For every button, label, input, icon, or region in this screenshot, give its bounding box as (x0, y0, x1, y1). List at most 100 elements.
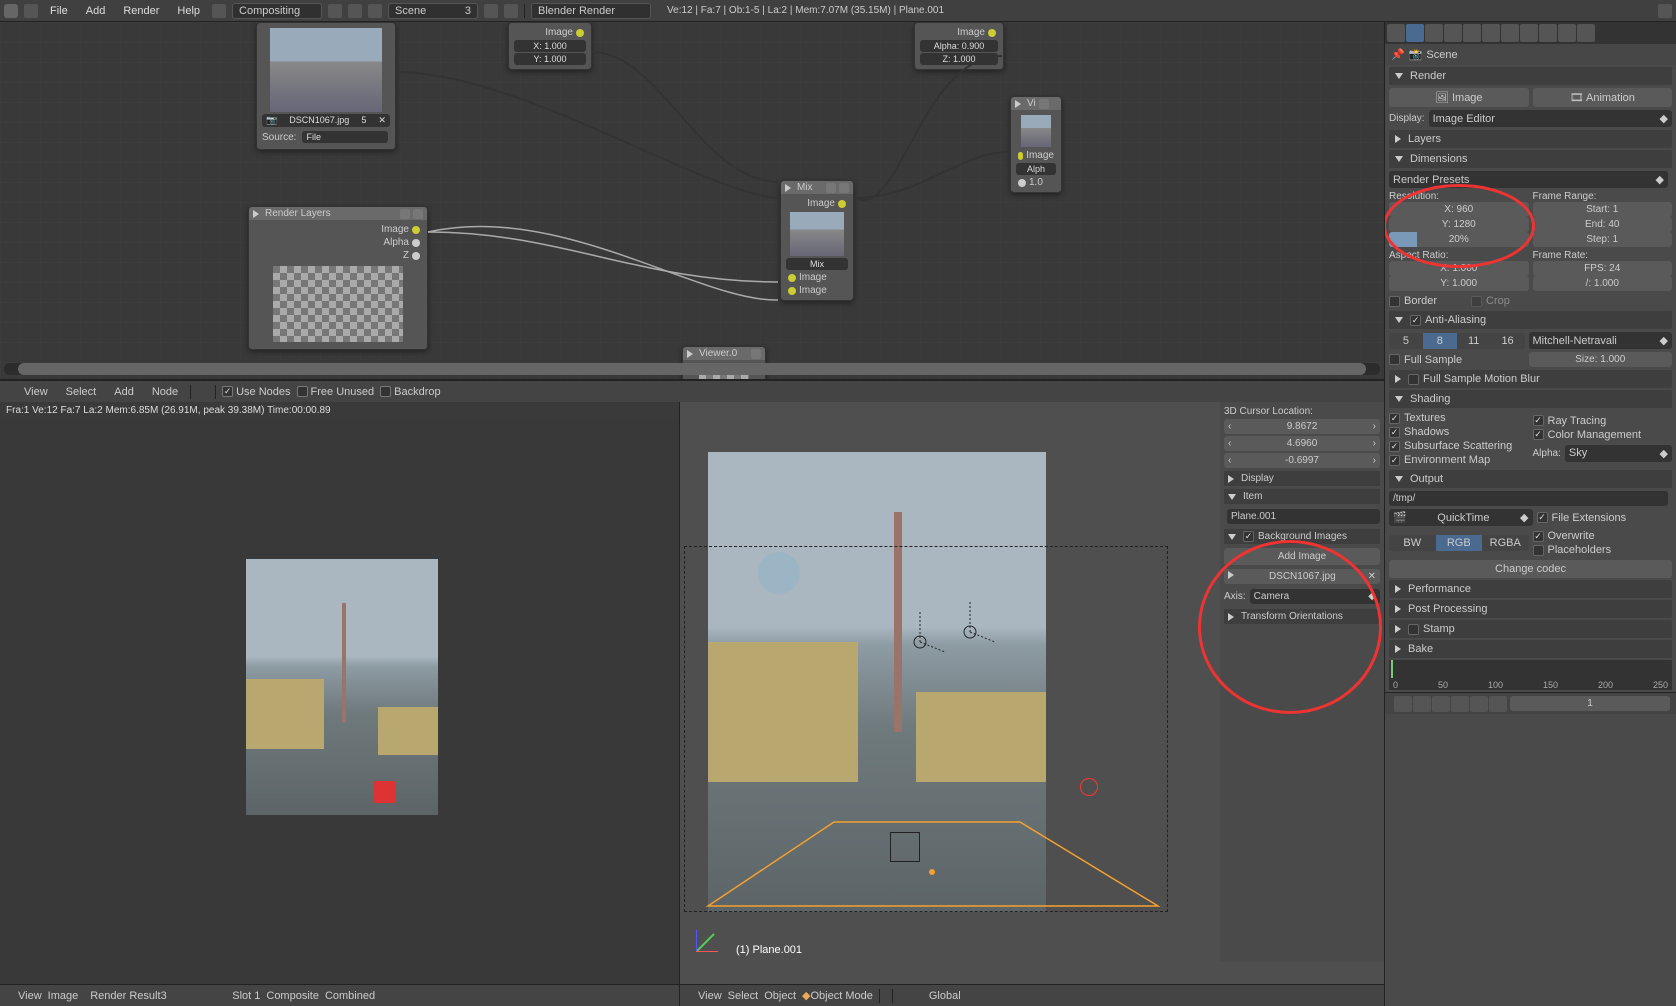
jump-end-icon[interactable] (1489, 696, 1507, 712)
prev-keyframe-icon[interactable] (1413, 696, 1431, 712)
transform-orient-header[interactable]: Transform Orientations (1224, 609, 1380, 624)
data-tab-icon[interactable] (1501, 24, 1519, 42)
menu-select[interactable]: Select (728, 990, 759, 1002)
overwrite-checkbox[interactable] (1533, 531, 1544, 542)
node-option-icon[interactable] (826, 183, 836, 193)
frame-start-field[interactable]: Start: 1 (1533, 202, 1673, 217)
resolution-percent-slider[interactable]: 20% (1389, 232, 1529, 247)
file-ext-checkbox[interactable] (1537, 512, 1548, 523)
stamp-checkbox[interactable] (1408, 624, 1419, 635)
anti-aliasing-panel-header[interactable]: Anti-Aliasing (1389, 311, 1672, 329)
jump-start-icon[interactable] (1394, 696, 1412, 712)
menu-view[interactable]: View (698, 990, 722, 1002)
image-editor-canvas[interactable] (0, 419, 679, 984)
node-close-icon[interactable] (751, 349, 761, 359)
play-reverse-icon[interactable] (1432, 696, 1450, 712)
menu-render[interactable]: Render (117, 3, 165, 19)
menu-view[interactable]: View (18, 990, 42, 1002)
shading-panel-header[interactable]: Shading (1389, 390, 1672, 408)
menu-node[interactable]: Node (146, 385, 184, 399)
output-panel-header[interactable]: Output (1389, 470, 1672, 488)
output-path-field[interactable]: /tmp/ (1389, 491, 1668, 506)
menu-file[interactable]: File (44, 3, 74, 19)
cursor-z-field[interactable]: ‹-0.6997› (1224, 453, 1380, 468)
world-tab-icon[interactable] (1425, 24, 1443, 42)
bg-images-enable-checkbox[interactable] (1243, 531, 1254, 542)
node-field-y[interactable]: Y: 1.000 (514, 53, 586, 65)
aa-filter-dropdown[interactable]: Mitchell-Netravali◆ (1529, 332, 1673, 349)
image-datablock-dropdown[interactable]: Render Result3 (90, 990, 214, 1002)
render-presets-dropdown[interactable]: Render Presets◆ (1389, 171, 1668, 188)
constraints-tab-icon[interactable] (1463, 24, 1481, 42)
menu-add[interactable]: Add (80, 3, 112, 19)
sss-checkbox[interactable] (1389, 441, 1400, 452)
menu-select[interactable]: Select (60, 385, 103, 399)
colormgmt-checkbox[interactable] (1533, 429, 1544, 440)
render-tab-icon[interactable] (1387, 24, 1405, 42)
scene-tab-icon[interactable] (1406, 24, 1424, 42)
current-frame-field[interactable]: 1 (1510, 696, 1670, 711)
layout-remove-icon[interactable] (348, 4, 362, 18)
menu-add[interactable]: Add (108, 385, 140, 399)
node-field-alpha[interactable]: Alpha: 0.900 (920, 40, 998, 52)
bg-expand-icon[interactable] (1228, 571, 1234, 579)
node-close-icon[interactable] (839, 183, 849, 193)
render-image-button[interactable]: 🖼 Image (1389, 88, 1529, 107)
material-tab-icon[interactable] (1520, 24, 1538, 42)
render-engine-dropdown[interactable]: Blender Render (531, 3, 651, 19)
fps-field[interactable]: FPS: 24 (1533, 261, 1673, 276)
orientation-dropdown[interactable]: Global (929, 990, 961, 1002)
add-image-button[interactable]: Add Image (1224, 548, 1380, 565)
backdrop-checkbox[interactable] (380, 386, 391, 397)
bg-axis-dropdown[interactable]: Camera◆ (1250, 589, 1380, 604)
pin-icon[interactable]: 📌 (1391, 48, 1405, 61)
frame-end-field[interactable]: End: 40 (1533, 217, 1673, 232)
item-name-field[interactable]: Plane.001 (1227, 509, 1380, 524)
raytracing-checkbox[interactable] (1533, 415, 1544, 426)
color-mode-segment[interactable]: BWRGBRGBA (1389, 535, 1529, 551)
fps-base-field[interactable]: /: 1.000 (1533, 276, 1673, 291)
use-nodes-checkbox[interactable] (222, 386, 233, 397)
viewer-alpha-field[interactable]: Alph (1016, 163, 1056, 175)
node-header-mix[interactable]: Mix (781, 181, 853, 194)
aa-enable-checkbox[interactable] (1410, 315, 1421, 326)
placeholders-checkbox[interactable] (1533, 545, 1544, 556)
slot-dropdown[interactable]: Slot 1 (232, 990, 260, 1002)
fsmb-panel-header[interactable]: Full Sample Motion Blur (1389, 370, 1672, 388)
border-checkbox[interactable] (1389, 296, 1400, 307)
cursor-y-field[interactable]: ‹4.6960› (1224, 436, 1380, 451)
pass-dropdown[interactable]: Composite (266, 990, 319, 1002)
scene-dropdown[interactable]: Scene3 (388, 3, 478, 19)
stamp-panel-header[interactable]: Stamp (1389, 620, 1672, 638)
window-type-icon[interactable] (24, 4, 38, 18)
output-format-dropdown[interactable]: 🎬QuickTime◆ (1389, 509, 1533, 526)
object-tab-icon[interactable] (1444, 24, 1462, 42)
physics-tab-icon[interactable] (1577, 24, 1595, 42)
node-header-viewer[interactable]: Vi (1011, 97, 1061, 110)
node-field-z[interactable]: Z: 1.000 (920, 53, 998, 65)
menu-view[interactable]: View (18, 385, 54, 399)
menu-image[interactable]: Image (48, 990, 79, 1002)
aa-samples-segment[interactable]: 581116 (1389, 333, 1525, 349)
scene-add-icon[interactable] (484, 4, 498, 18)
channel-dropdown[interactable]: Combined (325, 990, 375, 1002)
play-icon[interactable] (1451, 696, 1469, 712)
resolution-y-field[interactable]: Y: 1280 (1389, 217, 1529, 232)
image-source-dropdown[interactable]: File (302, 131, 388, 143)
screen-layout-dropdown[interactable]: Compositing (232, 3, 322, 19)
node-header-viewer0[interactable]: Viewer.0 (683, 347, 765, 360)
next-keyframe-icon[interactable] (1470, 696, 1488, 712)
change-codec-button[interactable]: Change codec (1389, 560, 1672, 578)
free-unused-checkbox[interactable] (297, 386, 308, 397)
bg-remove-icon[interactable]: ✕ (1368, 571, 1376, 582)
image-datablock[interactable]: 📷DSCN1067.jpg5✕ (262, 114, 390, 127)
layout-add-icon[interactable] (328, 4, 342, 18)
dimensions-panel-header[interactable]: Dimensions (1389, 150, 1672, 168)
bg-images-panel-header[interactable]: Background Images (1224, 529, 1380, 544)
envmap-checkbox[interactable] (1389, 455, 1400, 466)
aspect-y-field[interactable]: Y: 1.000 (1389, 276, 1529, 291)
item-panel-header[interactable]: Item (1224, 489, 1380, 504)
render-panel-header[interactable]: Render (1389, 67, 1672, 85)
texture-tab-icon[interactable] (1539, 24, 1557, 42)
shadows-checkbox[interactable] (1389, 427, 1400, 438)
